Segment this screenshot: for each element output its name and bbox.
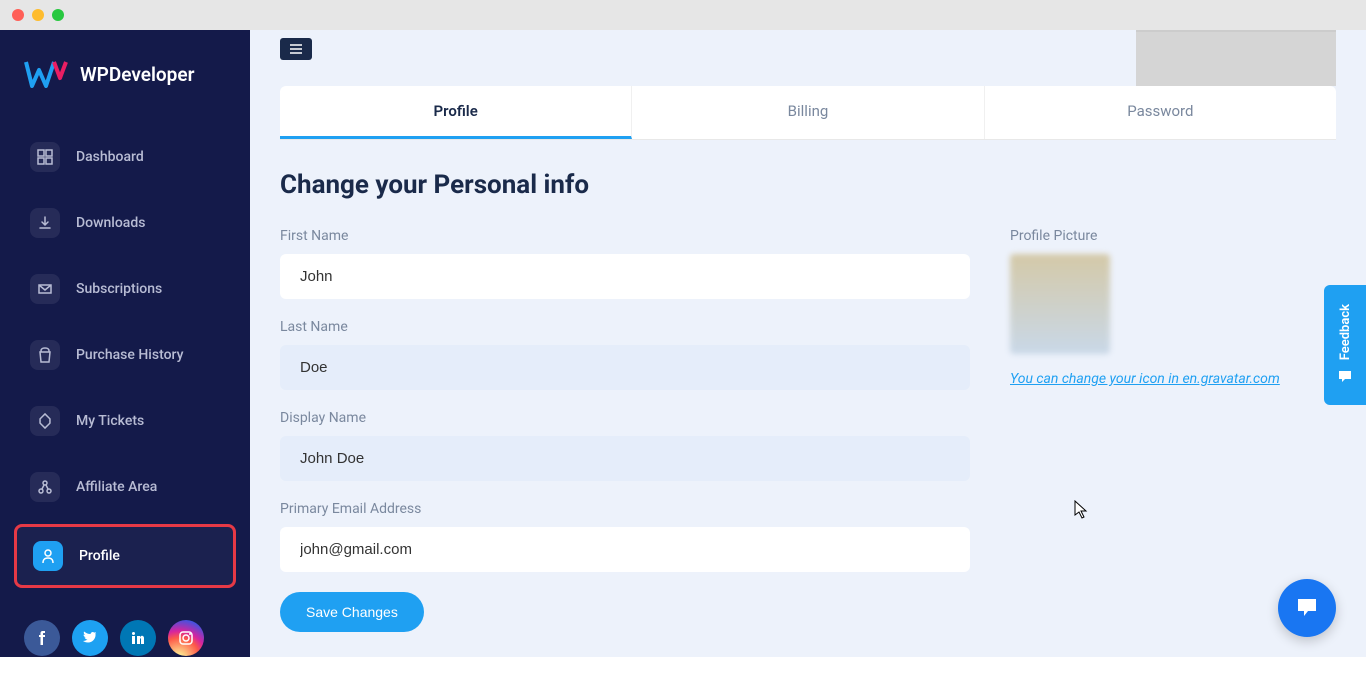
tab-password[interactable]: Password	[985, 86, 1336, 139]
window-titlebar	[0, 0, 1366, 30]
sidebar-item-label: Profile	[79, 548, 120, 564]
logo-icon	[24, 60, 68, 88]
header-banner	[250, 30, 1366, 86]
share-icon	[30, 472, 60, 502]
last-name-label: Last Name	[280, 319, 970, 335]
mail-icon	[30, 274, 60, 304]
sidebar-item-label: My Tickets	[76, 413, 144, 429]
sidebar-item-label: Downloads	[76, 215, 145, 231]
minimize-window-button[interactable]	[32, 9, 44, 21]
maximize-window-button[interactable]	[52, 9, 64, 21]
header-menu-icon[interactable]	[280, 38, 312, 60]
sidebar-item-label: Dashboard	[76, 149, 144, 165]
instagram-link[interactable]	[168, 620, 204, 656]
sidebar-nav: Dashboard Downloads Subscriptions Purcha…	[0, 128, 250, 588]
display-name-input[interactable]	[280, 436, 970, 481]
sidebar-item-label: Subscriptions	[76, 281, 162, 297]
sidebar-item-dashboard[interactable]: Dashboard	[14, 128, 236, 186]
dashboard-icon	[30, 142, 60, 172]
profile-picture-label: Profile Picture	[1010, 228, 1330, 244]
ticket-icon	[30, 406, 60, 436]
first-name-label: First Name	[280, 228, 970, 244]
sidebar-item-subscriptions[interactable]: Subscriptions	[14, 260, 236, 318]
first-name-input[interactable]	[280, 254, 970, 299]
page-title: Change your Personal info	[280, 170, 1336, 200]
sidebar-item-downloads[interactable]: Downloads	[14, 194, 236, 252]
sidebar-item-profile[interactable]: Profile	[14, 524, 236, 588]
email-label: Primary Email Address	[280, 501, 970, 517]
sidebar-item-label: Affiliate Area	[76, 479, 157, 495]
linkedin-link[interactable]	[120, 620, 156, 656]
twitter-link[interactable]	[72, 620, 108, 656]
display-name-label: Display Name	[280, 410, 970, 426]
brand-logo[interactable]: WPDeveloper	[0, 60, 250, 128]
user-icon	[33, 541, 63, 571]
profile-picture	[1010, 254, 1110, 354]
chat-widget-button[interactable]	[1278, 579, 1336, 637]
profile-tabs: Profile Billing Password	[280, 86, 1336, 140]
tab-billing[interactable]: Billing	[632, 86, 984, 139]
social-links	[0, 592, 250, 684]
sidebar-item-affiliate-area[interactable]: Affiliate Area	[14, 458, 236, 516]
close-window-button[interactable]	[12, 9, 24, 21]
last-name-input[interactable]	[280, 345, 970, 390]
save-button[interactable]: Save Changes	[280, 592, 424, 632]
facebook-link[interactable]	[24, 620, 60, 656]
sidebar-item-my-tickets[interactable]: My Tickets	[14, 392, 236, 450]
tab-profile[interactable]: Profile	[280, 86, 632, 139]
main-content: Profile Billing Password Change your Per…	[250, 30, 1366, 657]
feedback-label: Feedback	[1338, 304, 1353, 360]
sidebar: WPDeveloper Dashboard Downloads Subscrip…	[0, 30, 250, 657]
sidebar-item-purchase-history[interactable]: Purchase History	[14, 326, 236, 384]
gravatar-link[interactable]: You can change your icon in en.gravatar.…	[1010, 371, 1280, 387]
email-input[interactable]	[280, 527, 970, 572]
bag-icon	[30, 340, 60, 370]
feedback-button[interactable]: Feedback	[1324, 285, 1366, 405]
sidebar-item-label: Purchase History	[76, 347, 183, 363]
header-avatar-area	[1136, 30, 1336, 86]
download-icon	[30, 208, 60, 238]
brand-name: WPDeveloper	[80, 63, 194, 86]
